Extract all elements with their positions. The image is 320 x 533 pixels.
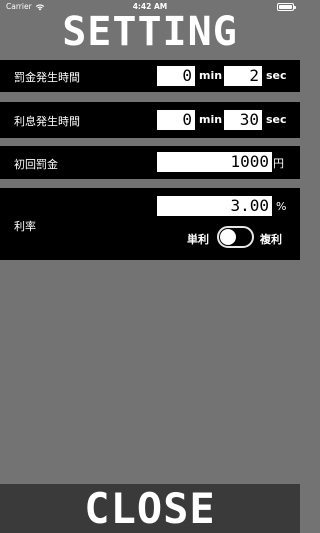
page-title: SETTING — [62, 9, 238, 55]
interest-seconds-input[interactable]: 30 — [224, 110, 262, 130]
rate-input[interactable]: 3.00 — [157, 196, 272, 216]
simple-interest-label: 単利 — [187, 233, 209, 246]
initial-fine-unit: 円 — [273, 157, 284, 170]
penalty-time-label: 罰金発生時間 — [14, 71, 80, 84]
rate-label: 利率 — [14, 220, 36, 233]
interest-min-unit: min — [199, 113, 223, 126]
interest-time-label: 利息発生時間 — [14, 115, 80, 128]
interest-time-row: 利息発生時間 0 min 30 sec — [0, 102, 300, 138]
rate-unit: % — [276, 200, 287, 213]
penalty-min-unit: min — [199, 69, 223, 82]
toggle-knob — [220, 229, 236, 245]
interest-type-toggle[interactable] — [217, 226, 254, 248]
initial-fine-row: 初回罰金 1000 円 — [0, 146, 300, 179]
penalty-time-row: 罰金発生時間 0 min 2 sec — [0, 60, 300, 92]
initial-fine-label: 初回罰金 — [14, 158, 58, 171]
interest-minutes-input[interactable]: 0 — [157, 110, 195, 130]
initial-fine-input[interactable]: 1000 — [157, 152, 272, 172]
compound-interest-label: 複利 — [260, 233, 282, 246]
penalty-minutes-input[interactable]: 0 — [157, 66, 195, 86]
interest-sec-unit: sec — [266, 113, 287, 126]
penalty-sec-unit: sec — [266, 69, 287, 82]
penalty-seconds-input[interactable]: 2 — [224, 66, 262, 86]
close-button[interactable]: CLOSE — [0, 484, 300, 533]
rate-row: 利率 3.00 % 単利 複利 — [0, 188, 300, 260]
